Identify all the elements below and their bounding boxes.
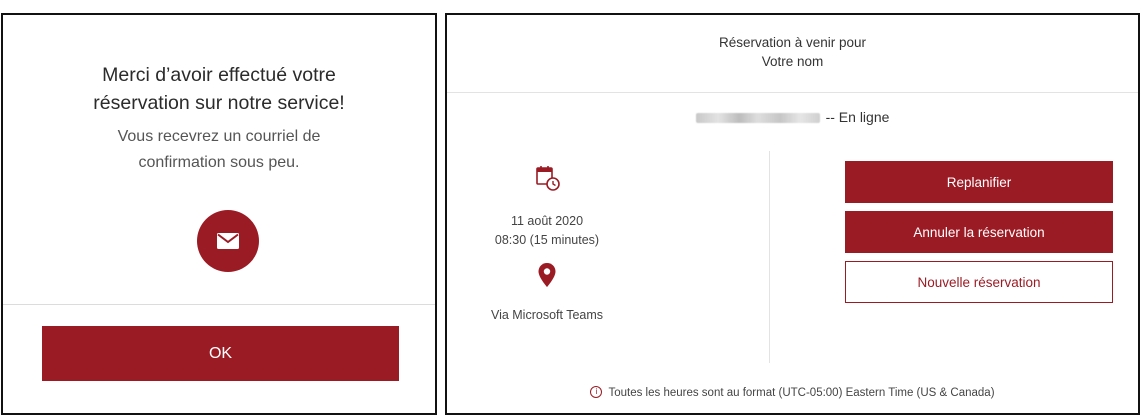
booking-location: Via Microsoft Teams — [490, 308, 604, 322]
details-divider — [769, 151, 770, 363]
service-line: -- En ligne — [447, 107, 1138, 127]
reschedule-button[interactable]: Replanifier — [845, 161, 1113, 203]
booking-date: 11 août 2020 — [510, 214, 584, 228]
service-mode: -- En ligne — [825, 109, 890, 125]
booking-datetime: 11 août 2020 08:30 (15 minutes) — [447, 212, 647, 250]
new-booking-button[interactable]: Nouvelle réservation — [845, 261, 1113, 303]
confirmation-subtitle-line1: Vous recevrez un courriel de — [117, 128, 321, 145]
redacted-service-name — [695, 113, 820, 124]
info-icon: i — [590, 385, 603, 398]
confirmation-subtitle-line2: confirmation sous peu. — [138, 154, 300, 171]
confirmation-title-line2: réservation sur notre service! — [93, 92, 345, 114]
dialog-divider — [3, 304, 435, 305]
calendar-clock-icon — [536, 166, 560, 191]
timezone-note-text: Toutes les heures sont au format (UTC-05… — [608, 387, 995, 399]
confirmation-subtitle: Vous recevrez un courriel de confirmatio… — [3, 124, 435, 176]
timezone-note: i Toutes les heures sont au format (UTC-0… — [447, 385, 1138, 401]
booking-header-line1: Réservation à venir pour — [718, 35, 867, 50]
booking-time: 08:30 (15 minutes) — [494, 233, 600, 247]
booking-header: Réservation à venir pour Votre nom — [447, 15, 1138, 93]
booking-header-name: Votre nom — [761, 54, 824, 69]
confirmation-title: Merci d’avoir effectué votre réservation… — [3, 61, 435, 117]
confirmation-title-line1: Merci d’avoir effectué votre — [102, 64, 336, 86]
booking-panel: Réservation à venir pour Votre nom -- En… — [445, 13, 1140, 415]
booking-details: 11 août 2020 08:30 (15 minutes) Via Micr… — [447, 153, 769, 363]
cancel-booking-button[interactable]: Annuler la réservation — [845, 211, 1113, 253]
confirmation-dialog: Merci d’avoir effectué votre réservation… — [1, 13, 437, 415]
envelope-icon — [197, 210, 259, 272]
map-pin-icon — [538, 263, 556, 287]
ok-button[interactable]: OK — [42, 326, 399, 381]
